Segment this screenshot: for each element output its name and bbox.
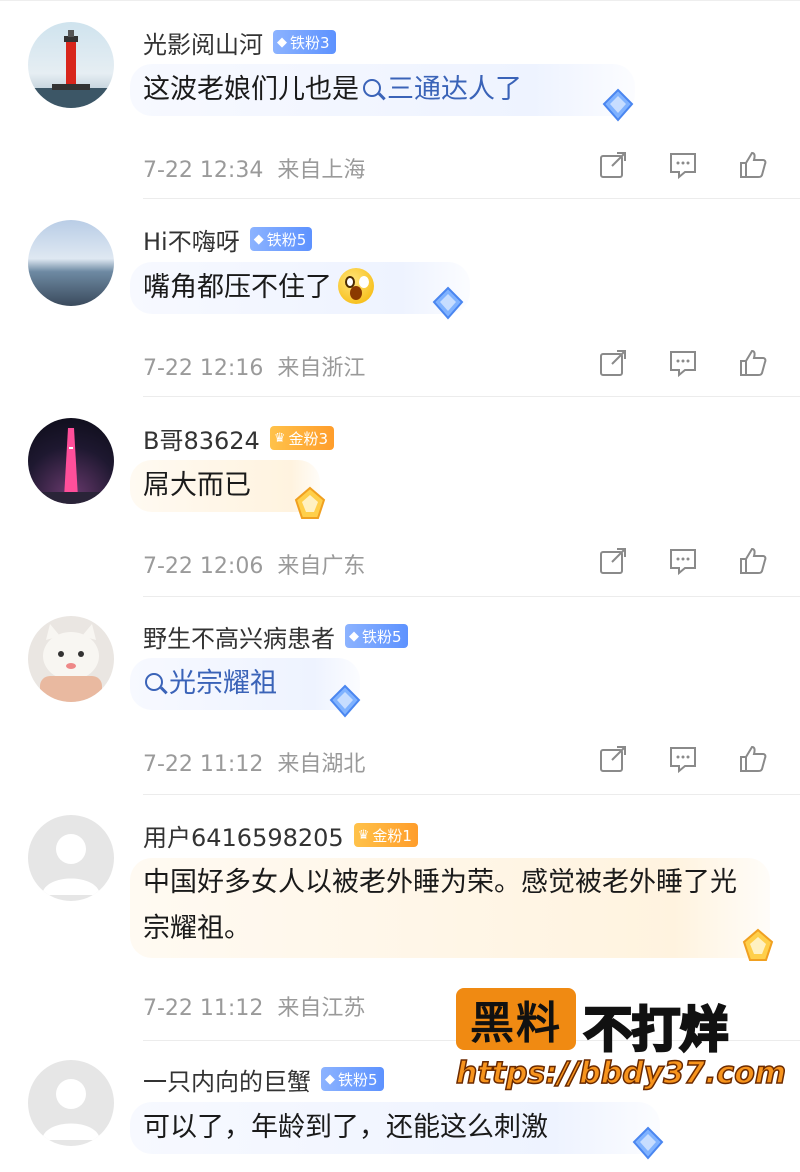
comment-text: 可以了，年龄到了，还能这么刺激: [143, 1112, 548, 1143]
username[interactable]: 一只内向的巨蟹: [143, 1062, 311, 1097]
diamond-decoration-icon: [632, 1126, 664, 1160]
comment-text: 光宗耀祖: [143, 658, 277, 710]
search-icon: [363, 78, 381, 97]
default-avatar[interactable]: [28, 815, 114, 901]
username[interactable]: Hi不嗨呀: [143, 222, 240, 257]
default-avatar[interactable]: [28, 1060, 114, 1146]
diamond-decoration-icon: [432, 286, 464, 320]
username[interactable]: 野生不高兴病患者: [143, 619, 335, 654]
divider: [143, 396, 800, 397]
watermark-text: 不打烊: [582, 1001, 729, 1060]
comment-text: 中国好多女人以被老外睡为荣。感觉被老外睡了光宗耀祖。: [143, 867, 737, 944]
comment-meta: 7-22 12:06 来自广东: [143, 554, 366, 579]
avatar[interactable]: [28, 616, 114, 702]
search-icon: [145, 672, 163, 691]
avatar[interactable]: [28, 418, 114, 504]
username[interactable]: B哥83624: [143, 421, 260, 456]
fan-badge[interactable]: ◆ 铁粉3: [273, 30, 336, 54]
divider: [143, 596, 800, 597]
diamond-icon: ◆: [277, 34, 287, 50]
crown-icon: ♛: [273, 430, 286, 446]
divider: [143, 198, 800, 199]
fan-badge[interactable]: ♛ 金粉1: [353, 823, 418, 847]
comment-text: 嘴角都压不住了: [143, 262, 374, 314]
username[interactable]: 用户6416598205: [143, 818, 344, 853]
shocked-face-emoji: [338, 267, 374, 304]
like-icon[interactable]: [738, 150, 768, 180]
username[interactable]: 光影阅山河: [143, 25, 263, 60]
avatar[interactable]: [28, 220, 114, 306]
divider: [143, 794, 800, 795]
diamond-decoration-icon: [329, 684, 361, 718]
diamond-icon: ◆: [325, 1071, 335, 1087]
comment-meta: 7-22 11:12 来自湖北: [143, 752, 366, 777]
fan-badge[interactable]: ♛ 金粉3: [269, 426, 335, 450]
reply-icon[interactable]: [668, 546, 698, 576]
comment-meta: 7-22 12:16 来自浙江: [143, 356, 366, 381]
fan-badge[interactable]: ◆ 铁粉5: [345, 624, 408, 648]
crown-icon: ♛: [357, 827, 370, 843]
gold-crown-decoration-icon: [742, 928, 774, 961]
share-icon[interactable]: [598, 744, 628, 774]
share-icon[interactable]: [598, 150, 628, 180]
comment-text: 这波老娘们儿也是 三通达人了: [143, 74, 522, 105]
like-icon[interactable]: [738, 546, 768, 576]
diamond-icon: ◆: [349, 628, 359, 644]
share-icon[interactable]: [598, 546, 628, 576]
diamond-decoration-icon: [602, 88, 634, 122]
reply-icon[interactable]: [668, 150, 698, 180]
share-icon[interactable]: [598, 348, 628, 378]
comment-text: 屌大而已: [143, 470, 251, 501]
topic-search-link[interactable]: 光宗耀祖: [143, 668, 277, 699]
comment-meta: 7-22 11:12 来自江苏: [143, 996, 366, 1021]
like-icon[interactable]: [738, 348, 768, 378]
fan-badge[interactable]: ◆ 铁粉5: [249, 227, 313, 251]
reply-icon[interactable]: [668, 744, 698, 774]
reply-icon[interactable]: [668, 348, 698, 378]
diamond-icon: ◆: [253, 231, 264, 247]
topic-search-link[interactable]: 三通达人了: [359, 74, 522, 105]
comment-meta: 7-22 12:34 来自上海: [143, 158, 366, 183]
watermark-logo-box: 黑料: [456, 988, 576, 1050]
gold-crown-decoration-icon: [294, 486, 326, 519]
watermark-url: https://bbdy37.com: [455, 1055, 787, 1092]
watermark: 黑料 不打烊 https://bbdy37.com: [455, 988, 787, 1098]
like-icon[interactable]: [738, 744, 768, 774]
top-divider: [0, 0, 800, 1]
avatar[interactable]: [28, 22, 114, 108]
fan-badge[interactable]: ◆ 铁粉5: [321, 1067, 384, 1091]
